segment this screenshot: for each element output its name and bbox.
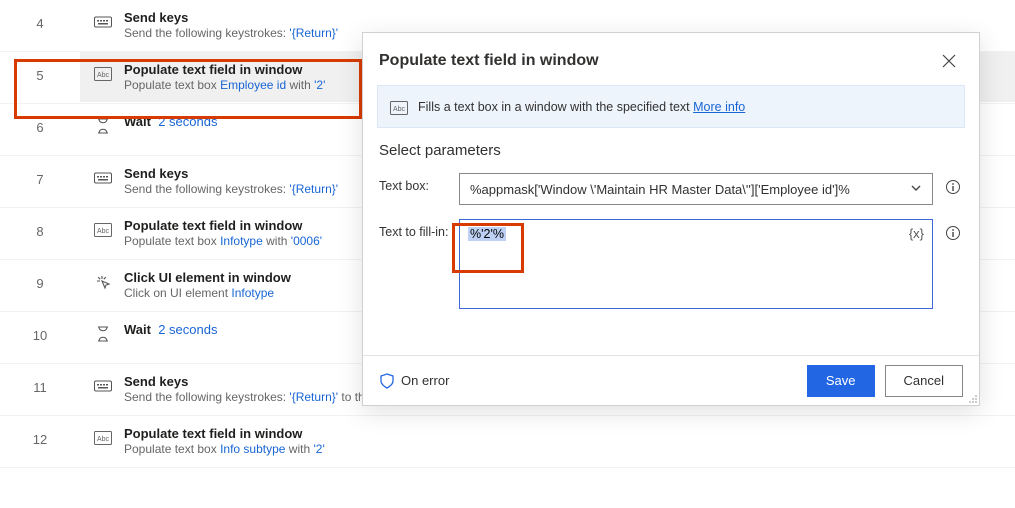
step-subtitle: Send the following keystrokes: '{Return}…	[124, 26, 338, 40]
step-subtitle: Populate text box Info subtype with '2'	[124, 442, 325, 456]
step-body: Abc Populate text field in windowPopulate…	[80, 416, 1015, 466]
step-title: Wait 2 seconds	[124, 322, 217, 337]
abc-icon: Abc	[390, 99, 408, 117]
step-row[interactable]: 12 Abc Populate text field in windowPopula…	[0, 416, 1015, 468]
step-text: Send keysSend the following keystrokes: …	[124, 166, 338, 196]
section-title: Select parameters	[363, 142, 979, 173]
step-text: Populate text field in windowPopulate te…	[124, 218, 322, 248]
step-number: 5	[0, 52, 80, 83]
step-title: Click UI element in window	[124, 270, 291, 285]
step-number: 6	[0, 104, 80, 135]
step-subtitle: Send the following keystrokes: '{Return}…	[124, 182, 338, 196]
fillin-label: Text to fill-in:	[379, 219, 459, 239]
step-number: 9	[0, 260, 80, 291]
cancel-button[interactable]: Cancel	[885, 365, 963, 397]
step-text: Populate text field in windowPopulate te…	[124, 62, 325, 92]
step-subtitle: Populate text box Employee id with '2'	[124, 78, 325, 92]
info-banner: Abc Fills a text box in a window with th…	[377, 85, 965, 128]
step-number: 11	[0, 364, 80, 395]
click-icon	[94, 273, 112, 291]
step-title: Populate text field in window	[124, 62, 325, 77]
step-title: Wait 2 seconds	[124, 114, 217, 129]
step-title: Send keys	[124, 166, 338, 181]
step-subtitle: Populate text box Infotype with '0006'	[124, 234, 322, 248]
step-number: 12	[0, 416, 80, 447]
step-number: 8	[0, 208, 80, 239]
param-fillin-row: Text to fill-in: %'2'% {x}	[379, 219, 963, 309]
more-info-link[interactable]: More info	[693, 100, 745, 114]
step-title: Populate text field in window	[124, 218, 322, 233]
step-title: Populate text field in window	[124, 426, 325, 441]
hourglass-icon	[94, 117, 112, 135]
insert-variable-button[interactable]: {x}	[909, 226, 924, 241]
hourglass-icon	[94, 325, 112, 343]
info-icon[interactable]	[943, 219, 963, 241]
step-number: 10	[0, 312, 80, 343]
step-text: Wait 2 seconds	[124, 114, 217, 129]
resize-handle-icon[interactable]	[966, 392, 978, 404]
info-icon[interactable]	[943, 173, 963, 195]
param-textbox-row: Text box: %appmask['Window \'Maintain HR…	[379, 173, 963, 205]
abc-icon: Abc	[94, 65, 112, 83]
shield-icon	[379, 373, 395, 389]
keyboard-icon	[94, 377, 112, 395]
banner-text: Fills a text box in a window with the sp…	[418, 100, 693, 114]
abc-icon: Abc	[94, 221, 112, 239]
chevron-down-icon	[910, 182, 922, 197]
on-error-label: On error	[401, 373, 449, 388]
step-text: Click UI element in windowClick on UI el…	[124, 270, 291, 300]
abc-icon: Abc	[94, 429, 112, 447]
close-button[interactable]	[935, 47, 963, 75]
svg-text:Abc: Abc	[97, 72, 110, 79]
keyboard-icon	[94, 169, 112, 187]
step-subtitle: Click on UI element Infotype	[124, 286, 291, 300]
keyboard-icon	[94, 13, 112, 31]
textbox-value: %appmask['Window \'Maintain HR Master Da…	[470, 182, 850, 197]
step-text: Wait 2 seconds	[124, 322, 217, 337]
save-button[interactable]: Save	[807, 365, 875, 397]
fillin-editor[interactable]: %'2'% {x}	[459, 219, 933, 309]
svg-text:Abc: Abc	[97, 436, 110, 443]
svg-text:Abc: Abc	[393, 106, 406, 113]
step-text: Populate text field in windowPopulate te…	[124, 426, 325, 456]
step-number: 7	[0, 156, 80, 187]
step-number: 4	[0, 0, 80, 31]
panel-title: Populate text field in window	[379, 52, 599, 70]
step-title: Send keys	[124, 10, 338, 25]
step-text: Send keysSend the following keystrokes: …	[124, 10, 338, 40]
action-properties-panel: Populate text field in window Abc Fills …	[362, 32, 980, 406]
svg-text:Abc: Abc	[97, 228, 110, 235]
textbox-select[interactable]: %appmask['Window \'Maintain HR Master Da…	[459, 173, 933, 205]
on-error-button[interactable]: On error	[379, 373, 449, 389]
textbox-label: Text box:	[379, 173, 459, 193]
fillin-token: %'2'%	[468, 227, 506, 241]
close-icon	[942, 54, 956, 68]
